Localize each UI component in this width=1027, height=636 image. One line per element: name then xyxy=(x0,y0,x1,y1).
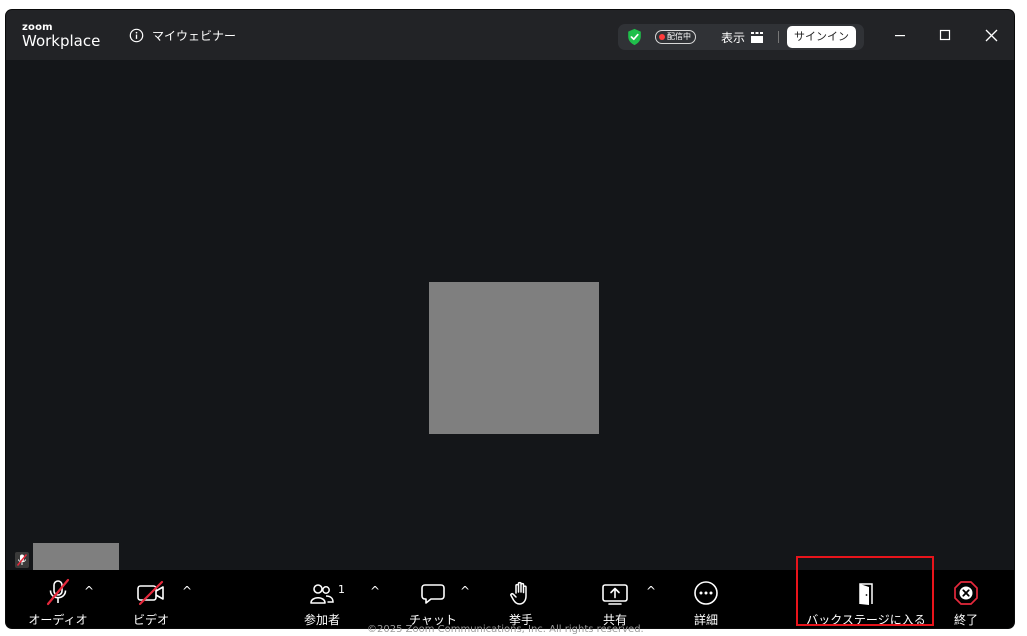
video-label: ビデオ xyxy=(132,613,169,627)
chat-bubble-icon xyxy=(421,584,445,604)
audio-button[interactable]: オーディオ xyxy=(28,570,88,628)
live-badge-label: 配信中 xyxy=(667,32,691,41)
meeting-info-button[interactable]: マイウェビナー xyxy=(129,27,236,44)
video-options-caret[interactable]: ^ xyxy=(182,584,192,598)
maximize-button[interactable] xyxy=(935,25,955,45)
view-label: 表示 xyxy=(721,31,746,45)
divider xyxy=(778,31,779,43)
maximize-icon xyxy=(939,29,951,41)
grid-view-icon xyxy=(751,32,764,43)
chat-options-caret[interactable]: ^ xyxy=(460,584,470,598)
status-group: 配信中 表示 サインイン xyxy=(618,24,864,50)
end-button[interactable]: 終了 xyxy=(941,570,991,628)
backstage-highlight-box xyxy=(796,556,934,626)
end-meeting-icon xyxy=(954,581,978,605)
participants-options-caret[interactable]: ^ xyxy=(370,584,380,598)
participants-icon xyxy=(310,584,334,604)
info-icon xyxy=(129,28,144,43)
meeting-info-label: マイウェビナー xyxy=(152,29,237,43)
video-camera-off-icon xyxy=(137,580,164,606)
minimize-icon xyxy=(895,35,905,37)
participants-count: 1 xyxy=(338,583,345,596)
sign-in-button[interactable]: サインイン xyxy=(787,26,856,48)
video-stage xyxy=(6,60,1014,570)
microphone-muted-icon xyxy=(46,578,70,606)
view-button[interactable]: 表示 xyxy=(721,29,764,46)
share-screen-icon xyxy=(602,584,628,605)
chat-button[interactable]: チャット xyxy=(408,570,458,628)
close-icon xyxy=(985,29,997,41)
recording-dot-icon xyxy=(659,34,665,40)
more-options-icon xyxy=(694,581,718,605)
audio-options-caret[interactable]: ^ xyxy=(84,584,94,598)
raise-hand-icon xyxy=(510,581,527,605)
more-button[interactable]: 詳細 xyxy=(681,570,731,628)
logo-workplace-text: Workplace xyxy=(22,32,101,50)
title-bar: zoom Workplace マイウェビナー 配信中 表示 サインイン xyxy=(6,10,1014,60)
raise-hand-button[interactable]: 挙手 xyxy=(496,570,546,628)
copyright-text: ©2025 Zoom Communications, Inc. All righ… xyxy=(367,624,644,635)
muted-mic-icon xyxy=(15,552,29,568)
live-streaming-badge[interactable]: 配信中 xyxy=(655,30,696,44)
zoom-workplace-logo: zoom Workplace xyxy=(22,23,100,49)
close-window-button[interactable] xyxy=(981,25,1001,45)
more-label: 詳細 xyxy=(693,613,718,627)
zoom-window: zoom Workplace マイウェビナー 配信中 表示 サインイン オーディ… xyxy=(6,10,1014,628)
participants-button[interactable]: 参加者 xyxy=(297,570,347,628)
share-options-caret[interactable]: ^ xyxy=(646,584,656,598)
participants-label: 参加者 xyxy=(303,613,340,627)
audio-label: オーディオ xyxy=(28,613,88,627)
active-speaker-video[interactable] xyxy=(429,282,599,434)
share-button[interactable]: 共有 xyxy=(590,570,640,628)
video-button[interactable]: ビデオ xyxy=(121,570,181,628)
end-label: 終了 xyxy=(953,613,978,627)
minimize-button[interactable] xyxy=(890,25,910,45)
self-view-thumbnail[interactable] xyxy=(33,543,119,570)
shield-check-icon[interactable] xyxy=(626,28,643,46)
